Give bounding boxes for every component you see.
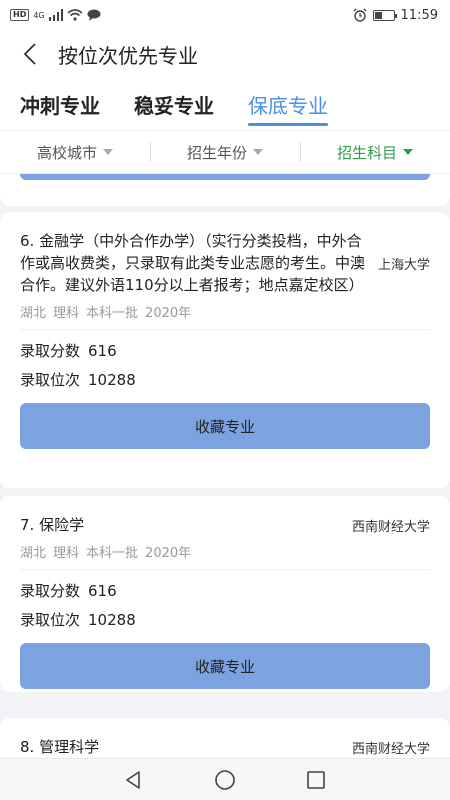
- result-list[interactable]: 6. 金融学（中外合作办学）（实行分类投档，中外合作或高收费类，只录取有此类专业…: [0, 174, 450, 758]
- wifi-icon: [67, 9, 83, 21]
- signal-icon: [48, 9, 63, 21]
- admission-score: 录取分数 616: [20, 342, 117, 360]
- alarm-icon: [353, 8, 366, 22]
- tab-stable[interactable]: 稳妥专业: [134, 78, 214, 130]
- chevron-left-icon: [23, 43, 36, 65]
- collect-button[interactable]: 收藏专业: [20, 643, 430, 689]
- school-name: 上海大学: [377, 257, 430, 273]
- home-circle-icon[interactable]: [214, 769, 236, 791]
- filter-year-label: 招生年份: [186, 143, 247, 162]
- list-item: [0, 174, 450, 206]
- tab-bar: 冲刺专业 稳妥专业 保底专业: [0, 78, 450, 130]
- list-item: 7. 保险学 西南财经大学 湖北 理科 本科一批 2020年 录取分数 616 录取位次…: [0, 496, 450, 692]
- major-name: 8. 管理科学: [20, 738, 100, 756]
- caret-down-icon: [403, 149, 413, 155]
- meta-info: 湖北 理科 本科一批 2020年: [20, 302, 430, 330]
- major-name: 6. 金融学（中外合作办学）（实行分类投档，中外合作或高收费类，只录取有此类专业…: [20, 232, 366, 294]
- message-icon: [87, 9, 101, 21]
- admission-rank: 录取位次 10288: [20, 611, 136, 629]
- tab-safe[interactable]: 保底专业: [248, 78, 328, 130]
- admission-rank: 录取位次 10288: [20, 371, 136, 389]
- caret-down-icon: [103, 149, 113, 155]
- collect-button[interactable]: 收藏专业: [20, 403, 430, 449]
- clock: 11:59: [400, 7, 438, 23]
- page-title: 按位次优先专业: [58, 43, 198, 68]
- filter-subject[interactable]: 招生科目: [300, 130, 450, 174]
- tab-sprint[interactable]: 冲刺专业: [20, 78, 100, 130]
- school-name: 西南财经大学: [351, 741, 430, 757]
- recents-square-icon[interactable]: [306, 770, 326, 790]
- hd-icon: HD: [10, 9, 30, 21]
- back-button[interactable]: [0, 30, 60, 78]
- back-triangle-icon[interactable]: [124, 770, 144, 790]
- caret-down-icon: [253, 149, 263, 155]
- collect-button[interactable]: [20, 174, 430, 180]
- nav-bar: 按位次优先专业: [0, 30, 450, 78]
- list-item: 6. 金融学（中外合作办学）（实行分类投档，中外合作或高收费类，只录取有此类专业…: [0, 212, 450, 488]
- admission-score: 录取分数 616: [20, 582, 117, 600]
- battery-icon: [372, 9, 397, 21]
- status-bar: HD 4G 11:59: [0, 0, 450, 30]
- school-name: 西南财经大学: [351, 519, 430, 535]
- meta-info: 湖北 理科 本科一批 2020年: [20, 542, 430, 570]
- list-item: 8. 管理科学 西南财经大学: [0, 718, 450, 758]
- network-label: 4G: [33, 10, 45, 20]
- system-nav-bar: [0, 758, 450, 800]
- filter-city[interactable]: 高校城市: [0, 130, 150, 174]
- filter-bar: 高校城市 招生年份 招生科目: [0, 130, 450, 174]
- filter-subject-label: 招生科目: [336, 143, 397, 162]
- filter-year[interactable]: 招生年份: [150, 130, 300, 174]
- filter-city-label: 高校城市: [36, 143, 97, 162]
- major-name: 7. 保险学: [20, 516, 85, 534]
